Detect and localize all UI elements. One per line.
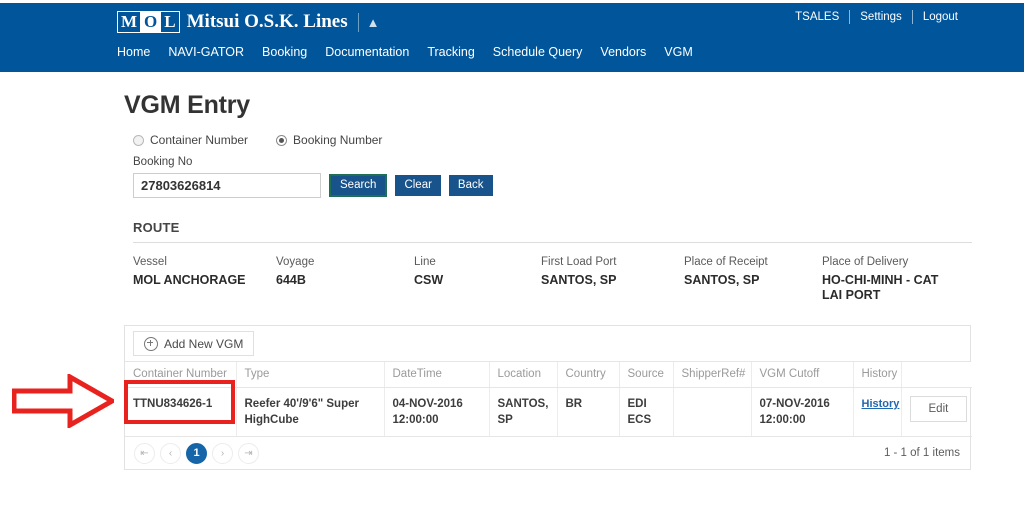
route-field-voyage: Voyage 644B	[276, 256, 366, 288]
radio-booking-number-label: Booking Number	[293, 133, 383, 147]
cell-country: BR	[557, 387, 620, 437]
annotation-arrow-icon	[12, 374, 114, 428]
column-header-shipper-ref[interactable]: ShipperRef#	[673, 362, 752, 388]
nav-item-vgm[interactable]: VGM	[664, 45, 692, 59]
column-header-vgm-cutoff[interactable]: VGM Cutoff	[751, 362, 854, 388]
radio-container-number-dot[interactable]	[133, 134, 144, 146]
cell-history: History	[853, 387, 902, 437]
cell-shipper-ref	[673, 387, 752, 437]
route-value-voyage: 644B	[276, 273, 306, 287]
logout-link[interactable]: Logout	[913, 11, 968, 23]
booking-no-label: Booking No	[133, 156, 193, 168]
cell-vgm-cutoff: 07-NOV-2016 12:00:00	[751, 387, 854, 437]
next-page-icon[interactable]: ›	[212, 442, 233, 464]
cell-source: EDI ECS	[619, 387, 674, 437]
column-header-country[interactable]: Country	[557, 362, 620, 388]
route-value-first-load-port: SANTOS, SP	[541, 273, 617, 287]
route-value-place-of-receipt: SANTOS, SP	[684, 273, 760, 287]
cell-datetime: 04-NOV-2016 12:00:00	[384, 387, 490, 437]
table-row: TTNU834626-1 Reefer 40'/9'6" Super HighC…	[125, 387, 972, 437]
nav-item-booking[interactable]: Booking	[262, 45, 307, 59]
column-header-source[interactable]: Source	[619, 362, 674, 388]
cell-container-number: TTNU834626-1	[125, 387, 237, 437]
nav-item-documentation[interactable]: Documentation	[325, 45, 409, 59]
grid-toolbar: Add New VGM	[125, 326, 970, 362]
main-navigation: Home NAVI-GATOR Booking Documentation Tr…	[117, 45, 693, 59]
search-controls: Search Clear Back	[133, 173, 972, 198]
first-page-icon[interactable]: ⇤	[134, 442, 155, 464]
route-value-vessel: MOL ANCHORAGE	[133, 273, 246, 287]
route-label-vessel: Vessel	[133, 256, 167, 268]
site-header: M O L Mitsui O.S.K. Lines ▲ TSALES Setti…	[0, 3, 1024, 72]
add-new-vgm-label: Add New VGM	[164, 336, 244, 351]
logo-letter-m: M	[118, 12, 142, 32]
nav-item-schedule-query[interactable]: Schedule Query	[493, 45, 583, 59]
column-header-actions	[901, 362, 972, 388]
route-label-first-load-port: First Load Port	[541, 256, 617, 268]
nav-item-navi-gator[interactable]: NAVI-GATOR	[168, 45, 244, 59]
route-field-place-of-delivery: Place of Delivery HO-CHI-MINH - CAT LAI …	[822, 256, 942, 303]
logo-letter-o: O	[141, 12, 162, 32]
mol-logo-mark: M O L	[117, 11, 180, 33]
add-new-vgm-button[interactable]: Add New VGM	[133, 331, 255, 356]
nav-item-vendors[interactable]: Vendors	[600, 45, 646, 59]
cell-actions: Edit	[901, 387, 972, 437]
edit-button[interactable]: Edit	[909, 396, 968, 422]
route-field-place-of-receipt: Place of Receipt SANTOS, SP	[684, 256, 814, 288]
cell-location: SANTOS, SP	[489, 387, 558, 437]
radio-booking-number[interactable]: Booking Number	[276, 133, 382, 147]
page-content: VGM Entry Container Number Booking Numbe…	[124, 72, 972, 470]
user-account-link[interactable]: TSALES	[785, 11, 849, 23]
vgm-table: Container Number Type DateTime Location …	[125, 362, 972, 437]
route-section-heading: ROUTE	[133, 220, 180, 235]
table-header-row: Container Number Type DateTime Location …	[125, 362, 972, 388]
route-field-first-load-port: First Load Port SANTOS, SP	[541, 256, 671, 288]
route-value-place-of-delivery: HO-CHI-MINH - CAT LAI PORT	[822, 273, 939, 302]
chevron-up-icon[interactable]: ▲	[367, 16, 380, 29]
mol-logo[interactable]: M O L Mitsui O.S.K. Lines ▲	[117, 8, 380, 36]
vgm-grid-panel: Add New VGM Container Number Type DateTi…	[124, 325, 972, 470]
pagination: ⇤ ‹ 1 › ⇥	[134, 442, 264, 464]
route-field-vessel: Vessel MOL ANCHORAGE	[133, 256, 263, 288]
clear-button[interactable]: Clear	[395, 175, 441, 196]
route-field-line: Line CSW	[414, 256, 504, 288]
back-button[interactable]: Back	[448, 175, 493, 196]
prev-page-icon[interactable]: ‹	[160, 442, 181, 464]
column-header-container-number[interactable]: Container Number	[125, 362, 237, 388]
column-header-history[interactable]: History	[853, 362, 902, 388]
route-label-place-of-receipt: Place of Receipt	[684, 256, 768, 268]
nav-item-home[interactable]: Home	[117, 45, 150, 59]
nav-item-tracking[interactable]: Tracking	[427, 45, 474, 59]
settings-link[interactable]: Settings	[850, 11, 912, 23]
logo-wordmark: Mitsui O.S.K. Lines	[186, 11, 348, 32]
route-section-divider	[133, 242, 972, 243]
search-mode-radio-group: Container Number Booking Number	[133, 133, 972, 147]
radio-container-number-label: Container Number	[150, 133, 249, 147]
cell-type: Reefer 40'/9'6" Super HighCube	[236, 387, 385, 437]
route-label-place-of-delivery: Place of Delivery	[822, 256, 909, 268]
last-page-icon[interactable]: ⇥	[238, 442, 259, 464]
page-number-1[interactable]: 1	[186, 442, 207, 464]
history-link[interactable]: History	[862, 398, 900, 410]
plus-circle-icon	[144, 336, 158, 351]
route-label-voyage: Voyage	[276, 256, 315, 268]
route-label-line: Line	[414, 256, 436, 268]
logo-divider	[357, 12, 359, 32]
pager-item-count: 1 - 1 of 1 items	[883, 447, 960, 459]
radio-container-number[interactable]: Container Number	[133, 133, 248, 147]
column-header-type[interactable]: Type	[236, 362, 385, 388]
grid-pager-row: ⇤ ‹ 1 › ⇥ 1 - 1 of 1 items	[125, 437, 970, 469]
booking-number-input[interactable]	[133, 173, 321, 198]
route-value-line: CSW	[414, 273, 444, 287]
column-header-datetime[interactable]: DateTime	[384, 362, 490, 388]
route-details: Vessel MOL ANCHORAGE Voyage 644B Line CS…	[133, 256, 972, 314]
search-button[interactable]: Search	[329, 174, 388, 197]
column-header-location[interactable]: Location	[489, 362, 558, 388]
page-title: VGM Entry	[124, 91, 250, 119]
radio-booking-number-dot[interactable]	[276, 134, 288, 146]
logo-letter-l: L	[164, 12, 176, 31]
header-utility-links: TSALES Settings Logout	[785, 10, 968, 24]
